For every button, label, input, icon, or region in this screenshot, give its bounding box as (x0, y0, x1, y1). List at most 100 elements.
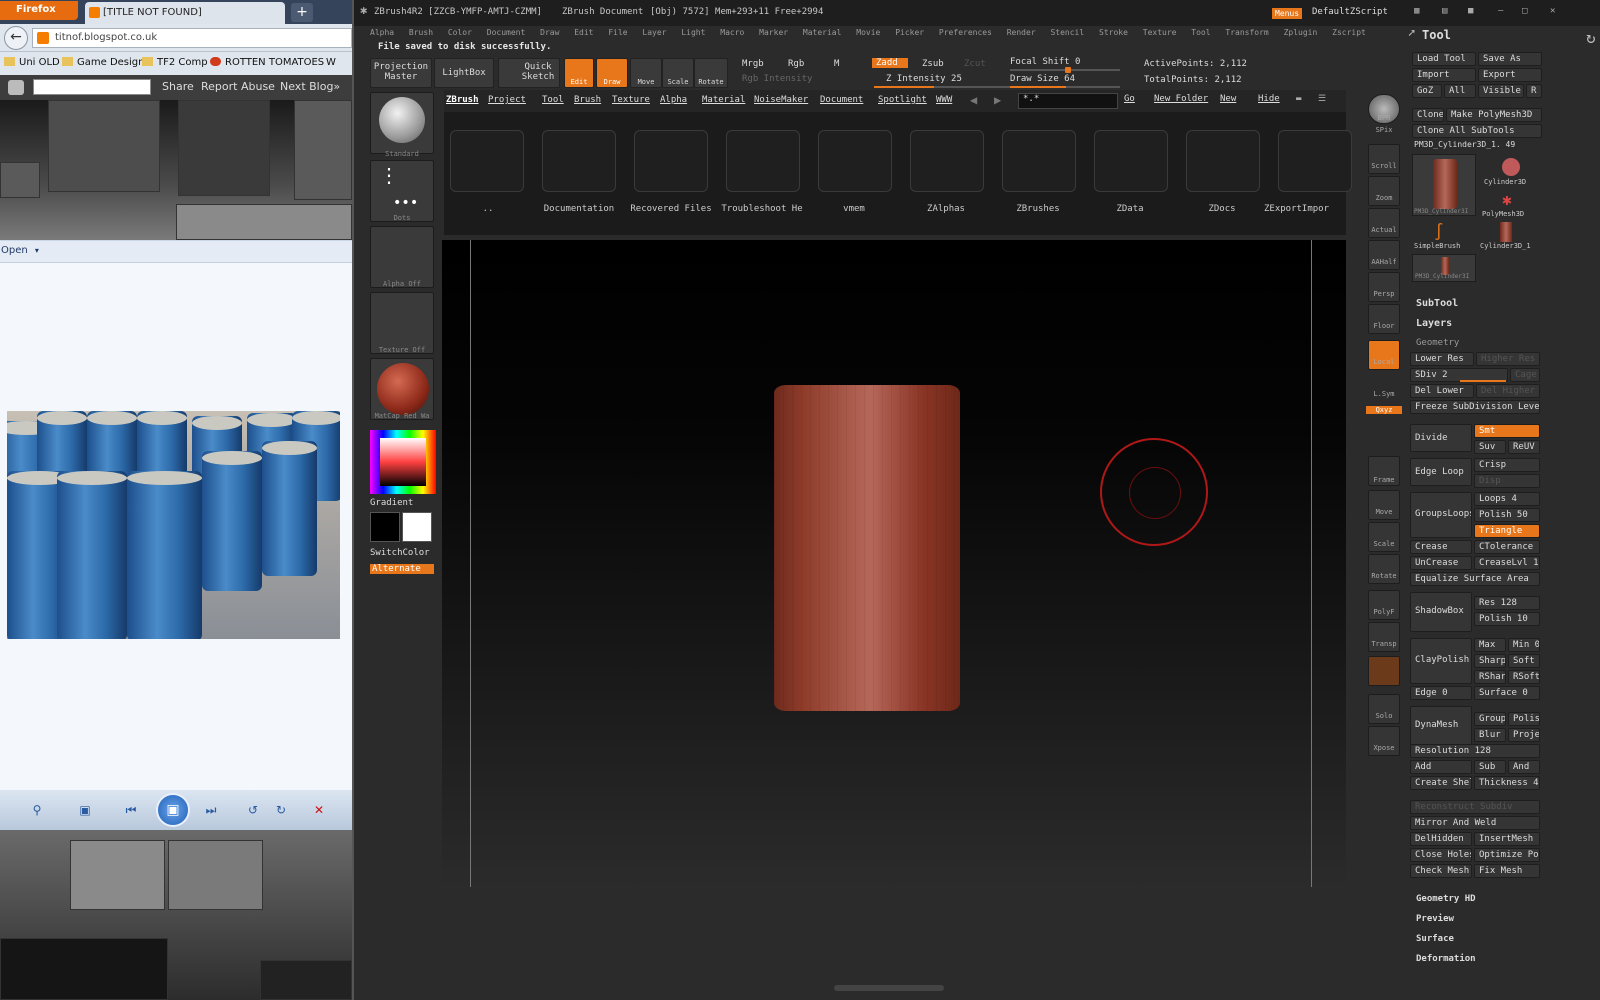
sharp-slider[interactable]: Sharp (1474, 654, 1506, 668)
folder-icon[interactable] (1186, 130, 1260, 192)
menu-item[interactable]: Alpha (370, 28, 394, 37)
subtool-section[interactable]: SubTool (1416, 298, 1458, 309)
mirror-and-weld-button[interactable]: Mirror And Weld (1410, 816, 1540, 830)
primary-color-swatch[interactable] (402, 512, 432, 542)
browser-tab[interactable]: [TITLE NOT FOUND] (85, 2, 285, 24)
tab-spotlight[interactable]: Spotlight (878, 95, 927, 105)
bookmark-item[interactable]: TF2 Comp (142, 57, 208, 68)
polish-10-slider[interactable]: Polish 10 (1474, 612, 1540, 626)
rgb-toggle[interactable]: Rgb (788, 59, 804, 69)
group-toggle[interactable]: Group (1474, 712, 1506, 726)
zsub-toggle[interactable]: Zsub (922, 59, 944, 69)
reuv-button[interactable]: ReUV (1508, 440, 1540, 454)
make-polymesh-button[interactable]: Make PolyMesh3D (1446, 108, 1542, 122)
uncrease-button[interactable]: UnCrease (1410, 556, 1472, 570)
pm3d-thumb[interactable]: PM3D_Cylinder3I (1412, 254, 1476, 282)
zadd-toggle[interactable]: Zadd (872, 58, 908, 68)
soft-slider[interactable]: Soft (1508, 654, 1540, 668)
tab-www[interactable]: WWW (936, 95, 952, 105)
res-128-slider[interactable]: Res 128 (1474, 596, 1540, 610)
rotate-cw-icon[interactable]: ↻ (272, 801, 290, 819)
folder-icon[interactable] (1278, 130, 1352, 192)
focal-shift-track[interactable] (1010, 67, 1120, 73)
zoom-icon[interactable]: ⚲ (28, 801, 46, 819)
rotate-button[interactable]: Rotate (694, 58, 728, 88)
tab-brush[interactable]: Brush (574, 95, 601, 105)
save-icon[interactable]: ▤ (1442, 6, 1447, 16)
and-button[interactable]: And (1508, 760, 1540, 774)
new-folder-button[interactable]: New Folder (1154, 94, 1208, 104)
groupsloops-button[interactable]: GroupsLoops (1410, 492, 1472, 538)
back-arrow-icon[interactable]: ← (4, 26, 28, 50)
export-button[interactable]: Export (1478, 68, 1542, 82)
previous-arrow-icon[interactable]: ◀ (970, 93, 977, 107)
draw-size-slider[interactable]: Draw Size 64 (1010, 74, 1075, 84)
menu-item[interactable]: Macro (720, 28, 744, 37)
polish-toggle[interactable]: Polish (1508, 712, 1540, 726)
slideshow-icon[interactable]: ▣ (156, 793, 190, 827)
maximize-icon[interactable]: □ (1522, 6, 1527, 16)
close-icon[interactable]: ✕ (1550, 6, 1555, 16)
sdiv-track[interactable] (1460, 380, 1506, 382)
resolution-slider[interactable]: Resolution 128 (1410, 744, 1540, 758)
freeze-subdivision-button[interactable]: Freeze SubDivision Levels (1410, 400, 1540, 414)
menu-item[interactable]: Brush (409, 28, 433, 37)
insertmesh-button[interactable]: InsertMesh (1474, 832, 1540, 846)
menu-item[interactable]: Material (803, 28, 842, 37)
rotate-ccw-icon[interactable]: ↺ (244, 801, 262, 819)
tab-document[interactable]: Document (820, 95, 863, 105)
report-abuse-link[interactable]: Report Abuse (201, 80, 275, 93)
clone-button[interactable]: Clone (1412, 108, 1444, 122)
menu-item[interactable]: Light (681, 28, 705, 37)
folder-icon[interactable] (1094, 130, 1168, 192)
projection-master-button[interactable]: Projection Master (370, 58, 432, 88)
share-link[interactable]: Share (162, 80, 194, 93)
minimize-icon[interactable]: — (1498, 6, 1503, 16)
current-tool-name[interactable]: PM3D_Cylinder3D_1. 49 (1414, 140, 1515, 149)
smt-toggle[interactable]: Smt (1474, 424, 1540, 438)
add-button[interactable]: Add (1410, 760, 1472, 774)
menu-item[interactable]: Tool (1191, 28, 1210, 37)
clone-all-subtools-button[interactable]: Clone All SubTools (1412, 124, 1542, 138)
refresh-icon[interactable]: ↻ (1586, 28, 1596, 47)
scale-button[interactable]: Scale (662, 58, 694, 88)
shadowbox-button[interactable]: ShadowBox (1410, 592, 1472, 632)
tab-texture[interactable]: Texture (612, 95, 650, 105)
tab-tool[interactable]: Tool (542, 95, 564, 105)
tab-project[interactable]: Project (488, 95, 526, 105)
dynamesh-button[interactable]: DynaMesh (1410, 706, 1472, 746)
load-tool-button[interactable]: Load Tool (1412, 52, 1476, 66)
open-menu[interactable]: Open (1, 245, 28, 256)
suv-toggle[interactable]: Suv (1474, 440, 1506, 454)
ghost-icon[interactable] (1368, 656, 1400, 686)
menus-toggle[interactable]: Menus (1272, 8, 1303, 19)
document-canvas[interactable] (442, 240, 1346, 887)
draw-size-track[interactable] (1010, 86, 1120, 88)
rsoft-slider[interactable]: RSoft (1508, 670, 1540, 684)
alternate-button[interactable]: Alternate (370, 564, 434, 574)
secondary-color-swatch[interactable] (370, 512, 400, 542)
current-tool-thumbnail[interactable] (1412, 154, 1476, 216)
dots-stroke-icon[interactable]: ⋮ ••• (370, 160, 434, 222)
deformation-section[interactable]: Deformation (1416, 954, 1476, 964)
disp-slider[interactable]: Disp (1474, 474, 1540, 488)
menu-item[interactable]: Marker (759, 28, 788, 37)
simplebrush-icon[interactable]: ∫ (1434, 222, 1444, 241)
menu-item[interactable]: Edit (574, 28, 593, 37)
save-as-button[interactable]: Save As (1478, 52, 1542, 66)
menu-item[interactable]: Stencil (1050, 28, 1084, 37)
switch-color-button[interactable]: SwitchColor (370, 548, 430, 558)
go-button[interactable]: Go (1124, 94, 1135, 104)
lock-icon[interactable]: ■ (1468, 6, 1473, 16)
next-arrow-icon[interactable]: ▶ (994, 93, 1001, 107)
goz-button[interactable]: GoZ (1412, 84, 1442, 98)
bookmark-item[interactable]: ROTTEN TOMATOES (210, 57, 324, 68)
shelf-label[interactable]: Qxyz (1366, 406, 1402, 414)
z-intensity-track[interactable] (874, 86, 1014, 88)
focal-shift-slider[interactable]: Focal Shift 0 (1010, 57, 1080, 67)
triangle-toggle[interactable]: Triangle (1474, 524, 1540, 538)
menu-item[interactable]: File (608, 28, 627, 37)
lightbox-search-input[interactable]: *.* (1018, 93, 1118, 109)
blog-search-input[interactable] (33, 79, 151, 95)
menu-item[interactable]: Document (487, 28, 526, 37)
